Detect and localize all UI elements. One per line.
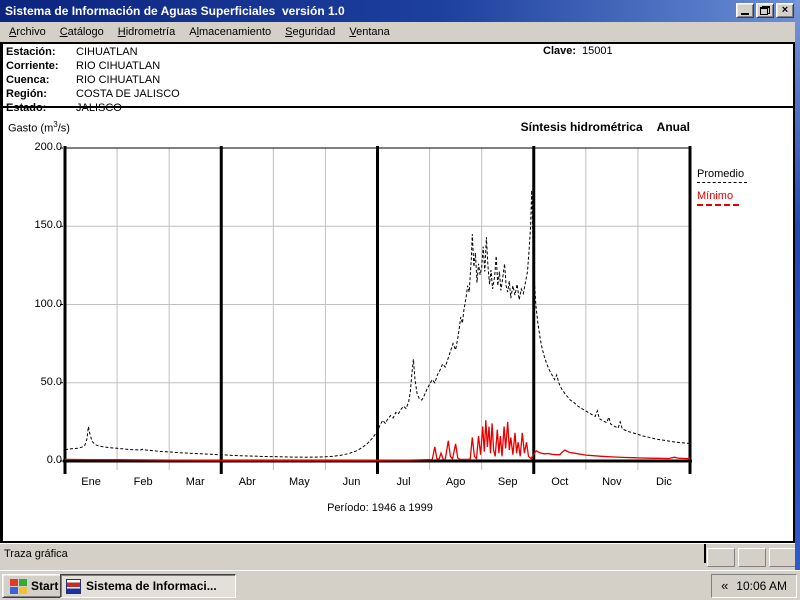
taskbar-task-button[interactable]: Sistema de Informaci... [60,574,236,598]
series-promedio [64,190,691,458]
clock[interactable]: 10:06 AM [736,579,787,593]
restore-button[interactable] [756,3,774,18]
chart-title: Síntesis hidrométrica Anual [520,120,690,134]
minimo-line-sample-icon [697,204,739,206]
title-bar: Sistema de Información de Aguas Superfic… [0,0,800,22]
restore-icon [760,6,770,15]
station-row-estado: Estado: JALISCO [6,102,122,114]
chart-legend: Promedio Mínimo [697,168,767,213]
y-axis-tick-label: 200.0 [34,141,62,153]
menu-seguridad[interactable]: Seguridad [278,24,342,40]
status-message: Traza gráfica [4,548,68,560]
y-axis-tick-label: 0.0 [46,454,62,466]
x-axis-tick-label: Nov [602,476,622,488]
menu-hidrometria[interactable]: Hidrometría [111,24,182,40]
x-axis-tick-label: Mar [185,476,205,488]
status-panel [738,548,766,567]
x-axis-tick-label: Feb [133,476,153,488]
window-controls: × [734,3,794,18]
status-panel [769,548,797,567]
status-bar: Traza gráfica [0,543,800,570]
station-key: Clave: 15001 [543,45,613,57]
start-button[interactable]: Start [2,574,67,598]
x-axis-tick-label: May [288,476,310,488]
header-separator [3,106,793,108]
hydrograph-chart [60,146,692,474]
x-axis-tick-label: Sep [497,476,518,488]
menu-catalogo[interactable]: Catálogo [53,24,111,40]
legend-entry-promedio: Promedio [697,168,767,183]
series-mínimo [64,420,691,462]
legend-label-minimo: Mínimo [697,190,734,202]
y-axis-tick-label: 150.0 [34,219,62,232]
tray-collapse-chevron[interactable]: « [721,576,728,596]
x-axis-tick-label: Jul [396,476,411,488]
menu-almacenamiento[interactable]: Almacenamiento [182,24,278,40]
clave-value: 15001 [582,45,613,57]
system-tray: « 10:06 AM [711,574,797,598]
x-axis-tick-label: Ene [81,476,101,488]
x-axis-tick-label: Ago [445,476,466,488]
menu-ventana[interactable]: Ventana [342,24,396,40]
station-info: Estación: CIHUATLAN Corriente: RIO CIHUATL… [6,45,180,115]
minimize-icon [741,13,749,15]
x-axis-tick-label: Abr [238,476,256,488]
window-right-border [795,0,800,570]
menu-archivo[interactable]: Archivo [2,24,53,40]
chart-axis-labels: 0.0 50.0 100.0 150.0 200.0 Ene Feb Mar Abr May Jun… [3,44,793,541]
windows-flag-icon [10,578,27,594]
app-icon [66,578,81,594]
x-axis-tick-label: Jun [342,476,361,488]
minimize-button[interactable] [736,3,754,18]
station-row-estacion: Estación: CIHUATLAN [6,46,138,58]
clave-label: Clave: [543,45,577,57]
status-panels [704,548,797,567]
chart-mode-label: Anual [656,120,690,134]
task-button-label: Sistema de Informaci... [86,579,217,593]
x-axis-tick-label: Dic [656,476,672,488]
window-title: Sistema de Información de Aguas Superfic… [5,4,345,18]
status-panel [707,548,735,567]
period-caption: Período: 1946 a 1999 [327,502,433,514]
close-icon: × [781,4,789,16]
start-label: Start [31,579,59,593]
close-button[interactable]: × [776,3,794,18]
promedio-line-sample-icon [697,182,747,183]
legend-label-promedio: Promedio [697,168,745,180]
client-area: Estación: CIHUATLAN Corriente: RIO CIHUATL… [0,42,795,543]
station-row-corriente: Corriente: RIO CIHUATLAN [6,60,161,72]
menu-bar: Archivo Catálogo Hidrometría Almacenamie… [0,22,800,42]
y-axis-title: Gasto (m3/s) [8,120,70,135]
station-row-region: Región: COSTA DE JALISCO [6,88,180,100]
application-window: Sistema de Información de Aguas Superfic… [0,0,800,600]
x-axis-tick-label: Oct [551,476,569,488]
taskbar: Start Sistema de Informaci... « 10:06 AM [0,570,800,600]
station-row-cuenca: Cuenca: RIO CIHUATLAN [6,74,161,86]
y-axis-tick-label: 100.0 [34,297,62,310]
y-axis-tick-label: 50.0 [40,375,62,388]
legend-entry-minimo: Mínimo [697,190,767,206]
